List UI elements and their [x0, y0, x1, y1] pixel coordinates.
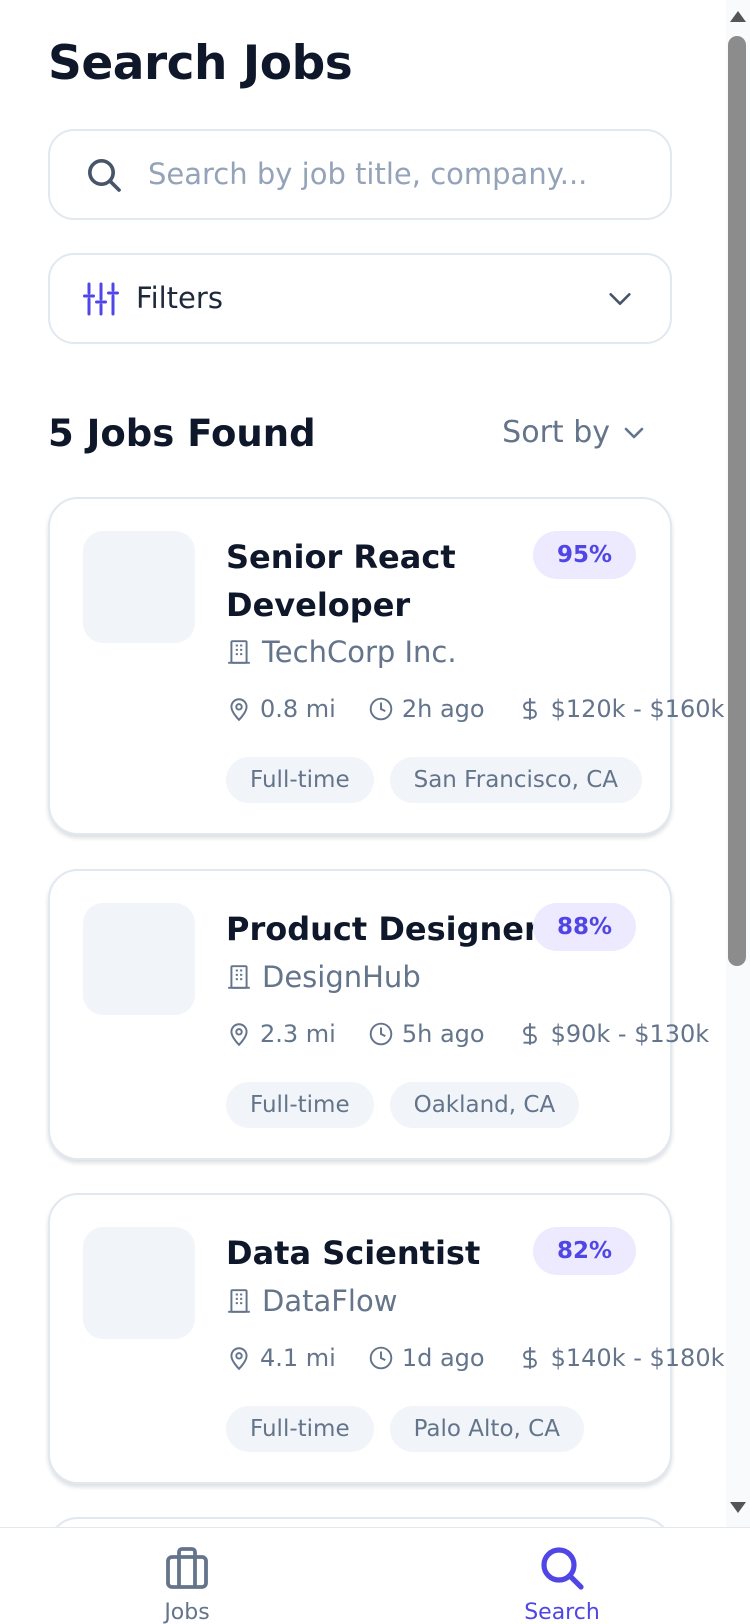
clock-icon [369, 1022, 393, 1046]
filters-label: Filters [136, 281, 223, 315]
nav-tab-search[interactable]: Search [487, 1528, 637, 1624]
map-pin-icon [230, 1347, 248, 1371]
search-input[interactable]: Search by job title, company... [48, 129, 672, 220]
job-title: Senior React Developer [226, 538, 456, 624]
clock-icon [369, 1346, 393, 1370]
search-placeholder: Search by job title, company... [148, 157, 588, 191]
company-logo [83, 903, 195, 1015]
bottom-nav: Jobs Search [0, 1527, 750, 1624]
salary: $120k - $160k [550, 695, 725, 723]
job-meta: 0.8 mi 2h ago $120k - $160k [226, 695, 726, 723]
results-count: 5 Jobs Found [48, 412, 316, 455]
map-pin-icon [230, 1023, 248, 1047]
job-card[interactable]: Senior React Developer 95% TechCorp Inc.… [48, 497, 724, 835]
location-tag: Oakland, CA [389, 1082, 580, 1128]
distance: 2.3 mi [260, 1020, 336, 1048]
match-badge: 88% [532, 903, 636, 951]
clock-icon [369, 697, 393, 721]
dollar-icon [522, 698, 537, 720]
company-name: DesignHub [262, 960, 421, 994]
job-card[interactable]: Product Designer 88% DesignHub 2.3 mi 5h… [48, 869, 709, 1160]
nav-label-search: Search [524, 1600, 600, 1624]
sort-button[interactable]: Sort by [502, 415, 646, 450]
company-logo [83, 1227, 195, 1339]
match-badge: 82% [532, 1227, 636, 1275]
salary: $90k - $130k [550, 1020, 710, 1048]
posted-time: 1d ago [401, 1344, 485, 1372]
briefcase-icon [166, 1547, 208, 1589]
building-icon [228, 1289, 250, 1313]
company-name: DataFlow [262, 1284, 398, 1318]
salary: $140k - $180k [550, 1344, 725, 1372]
sliders-icon [83, 282, 119, 316]
job-card[interactable] [48, 1517, 672, 1527]
company-logo [83, 531, 195, 643]
job-title: Product Designer [226, 910, 540, 948]
nav-tab-jobs[interactable]: Jobs [112, 1528, 262, 1624]
search-icon [541, 1547, 584, 1590]
chevron-down-icon [624, 427, 644, 438]
company-row: TechCorp Inc. [226, 635, 457, 669]
scroll-up-arrow-icon[interactable] [728, 8, 748, 26]
job-type-tag: Full-time [226, 757, 374, 803]
building-icon [228, 640, 250, 664]
scrollbar-thumb[interactable] [728, 36, 746, 966]
job-meta: 4.1 mi 1d ago $140k - $180k [226, 1344, 726, 1372]
tag-list: Full-time Palo Alto, CA [226, 1406, 584, 1452]
job-type-tag: Full-time [226, 1406, 374, 1452]
dollar-icon [522, 1023, 537, 1045]
job-type-tag: Full-time [226, 1082, 374, 1128]
building-icon [228, 965, 250, 989]
chevron-down-icon [609, 293, 631, 305]
page-title: Search Jobs [48, 36, 353, 91]
company-name: TechCorp Inc. [262, 635, 457, 669]
search-icon [88, 159, 121, 192]
map-pin-icon [230, 698, 248, 722]
tag-list: Full-time Oakland, CA [226, 1082, 580, 1128]
job-card[interactable]: Data Scientist 82% DataFlow 4.1 mi 1d ag… [48, 1193, 724, 1484]
location-tag: Palo Alto, CA [389, 1406, 584, 1452]
nav-label-jobs: Jobs [164, 1600, 210, 1624]
location-tag: San Francisco, CA [389, 757, 643, 803]
match-badge: 95% [532, 531, 636, 579]
sort-label: Sort by [502, 415, 610, 450]
tag-list: Full-time San Francisco, CA [226, 757, 643, 803]
job-title: Data Scientist [226, 1234, 481, 1272]
posted-time: 5h ago [401, 1020, 485, 1048]
company-row: DataFlow [226, 1284, 397, 1318]
distance: 0.8 mi [260, 695, 336, 723]
job-meta: 2.3 mi 5h ago $90k - $130k [226, 1020, 726, 1048]
filters-dropdown[interactable]: Filters [48, 253, 672, 344]
company-row: DesignHub [226, 960, 421, 994]
distance: 4.1 mi [260, 1344, 336, 1372]
dollar-icon [522, 1347, 537, 1369]
search-jobs-screen: Search Jobs Search by job title, company… [0, 0, 726, 1527]
posted-time: 2h ago [401, 695, 485, 723]
scroll-down-arrow-icon[interactable] [728, 1498, 748, 1516]
